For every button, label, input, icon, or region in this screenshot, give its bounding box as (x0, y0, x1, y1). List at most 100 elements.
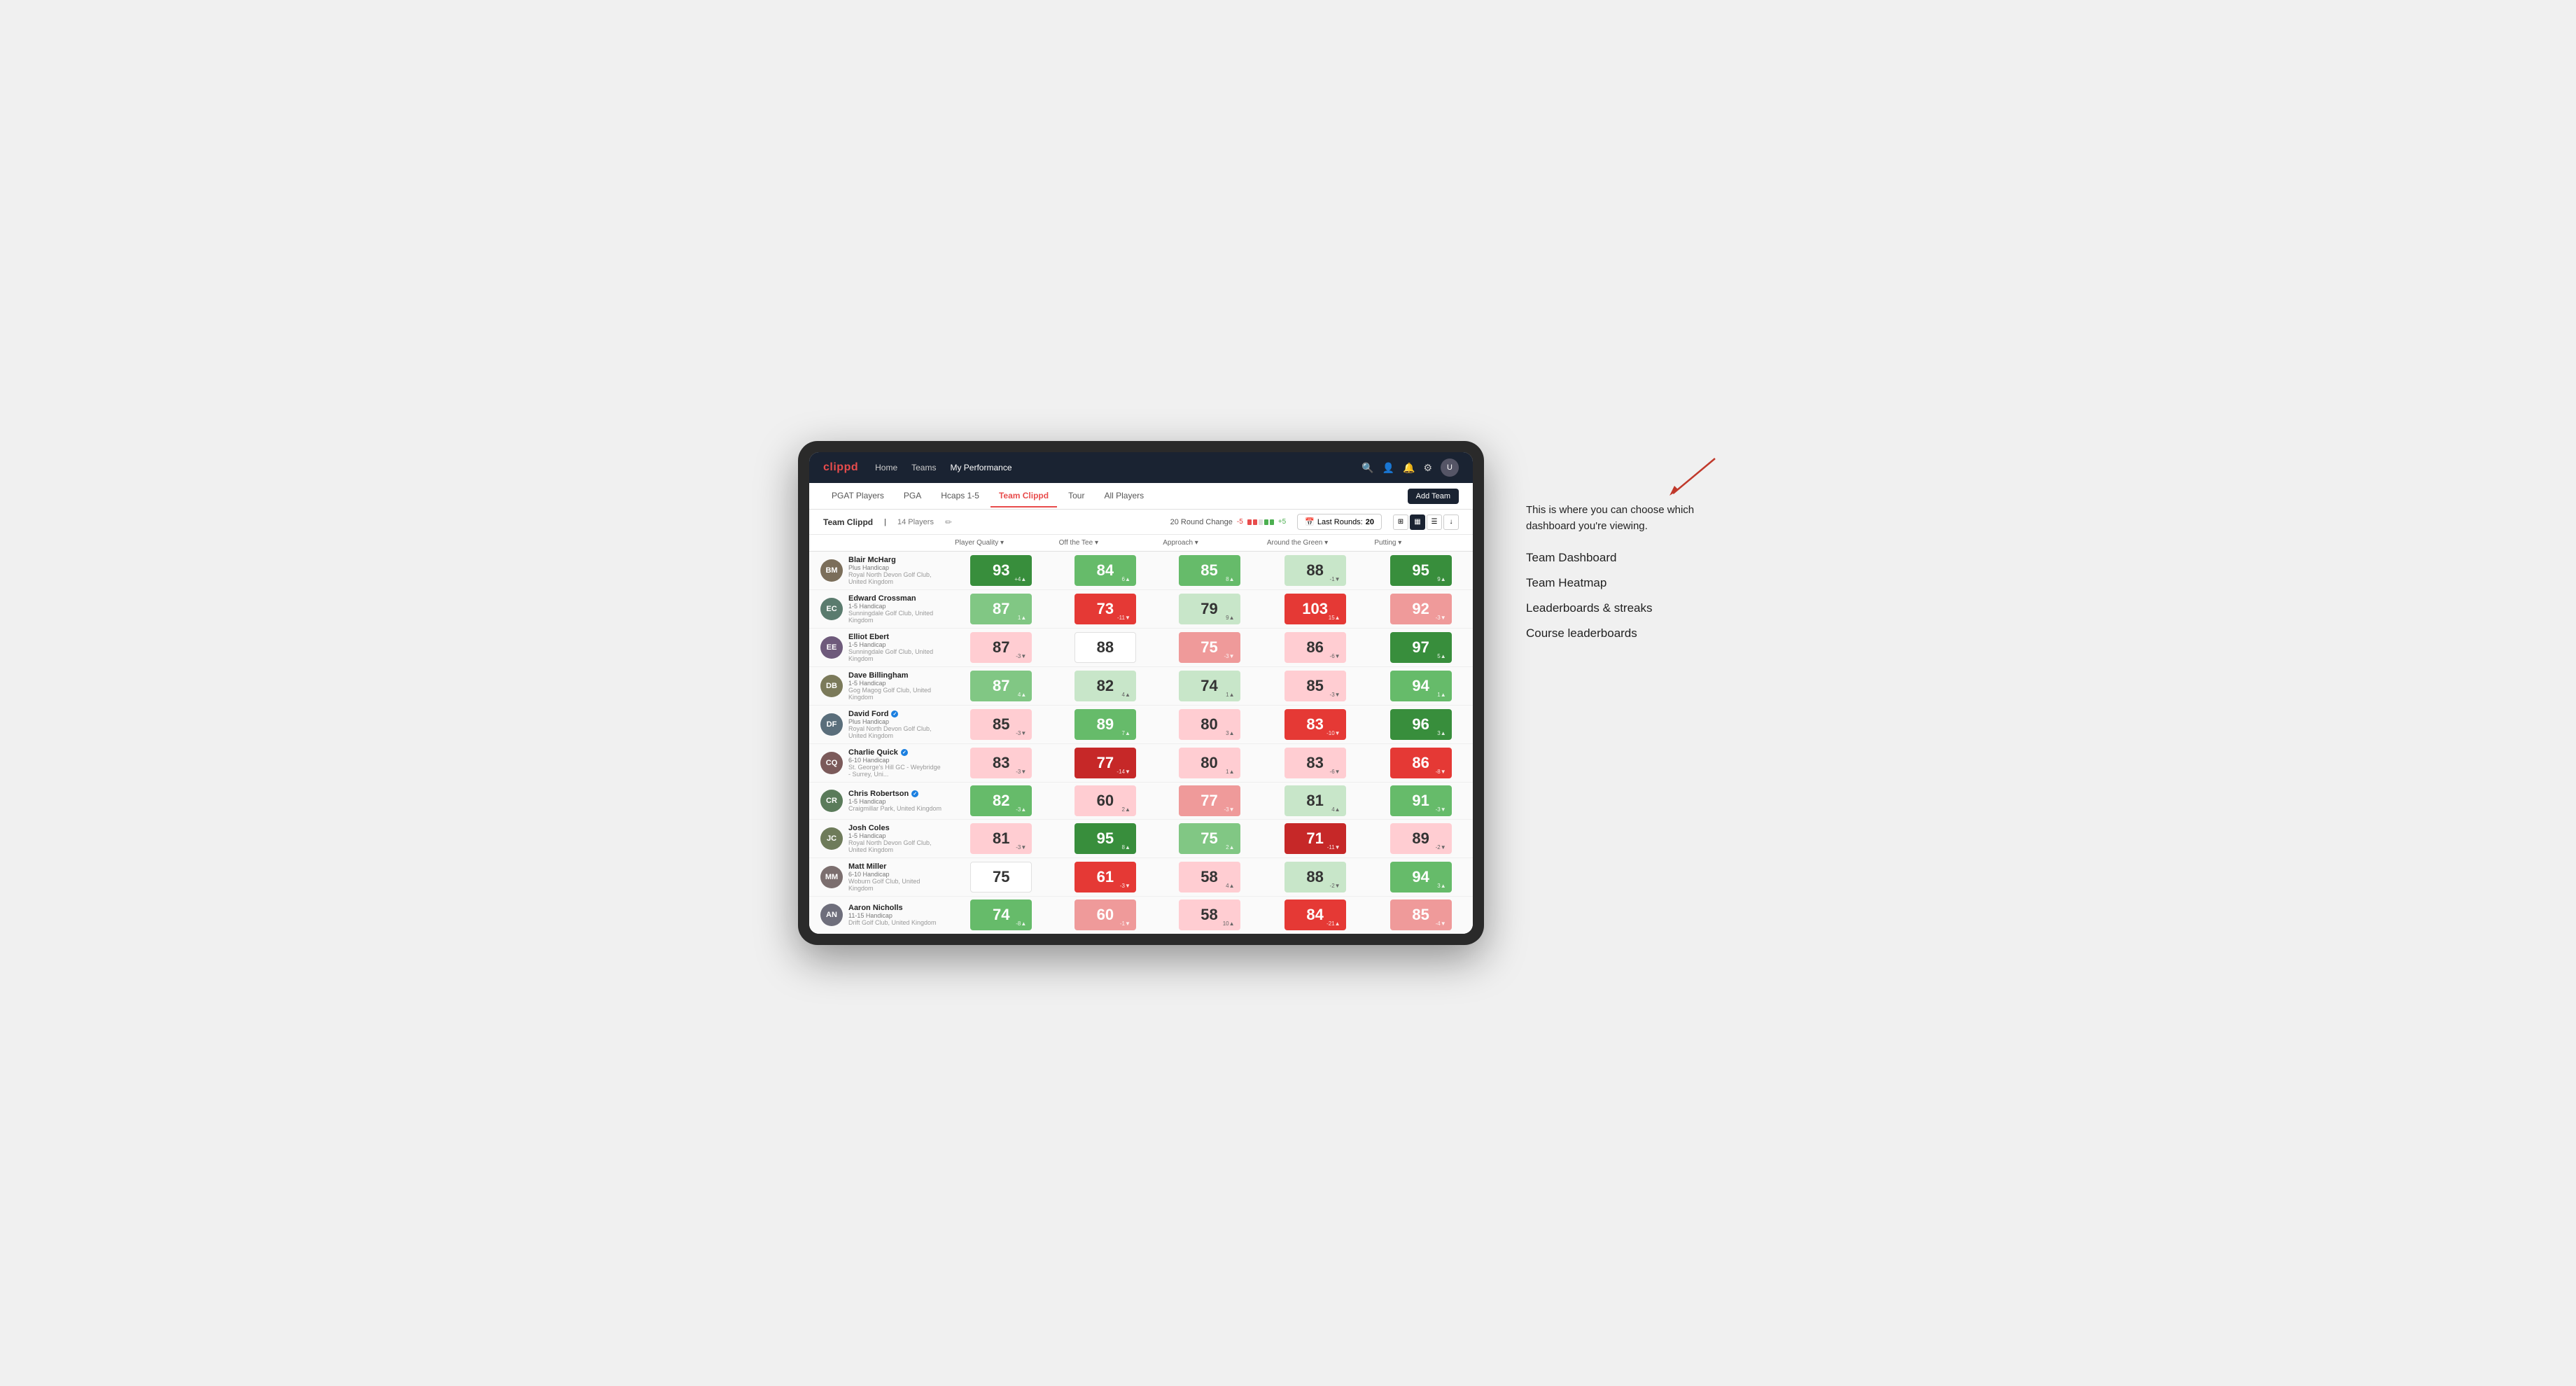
player-avatar: JC (820, 827, 843, 850)
score-cell: 75 (949, 858, 1054, 897)
table-body: BM Blair McHarg Plus Handicap Royal Nort… (809, 552, 1473, 934)
score-number: 94 (1412, 677, 1429, 695)
tab-all-players[interactable]: All Players (1096, 485, 1152, 507)
score-box: 82 4▲ (1074, 671, 1136, 701)
score-change: +4▲ (1014, 576, 1026, 582)
score-change: 1▲ (1226, 692, 1234, 698)
settings-icon[interactable]: ⚙ (1423, 462, 1432, 474)
nav-my-performance[interactable]: My Performance (950, 460, 1011, 475)
score-number: 84 (1097, 561, 1114, 580)
score-box: 83 -6▼ (1284, 748, 1346, 778)
sub-tabs: PGAT Players PGA Hcaps 1-5 Team Clippd T… (809, 483, 1473, 510)
nav-home[interactable]: Home (875, 460, 897, 475)
score-box: 58 4▲ (1179, 862, 1240, 892)
table-row[interactable]: MM Matt Miller 6-10 Handicap Woburn Golf… (809, 858, 1473, 897)
annotation-team-dashboard: Team Dashboard (1526, 551, 1722, 565)
tab-hcaps[interactable]: Hcaps 1-5 (932, 485, 988, 507)
nav-teams[interactable]: Teams (911, 460, 936, 475)
player-handicap: 6-10 Handicap (848, 757, 944, 764)
tab-pgat[interactable]: PGAT Players (823, 485, 892, 507)
score-cell: 81 4▲ (1261, 783, 1369, 820)
score-change: -10▼ (1326, 730, 1340, 736)
score-number: 73 (1097, 600, 1114, 618)
score-box: 89 -2▼ (1390, 823, 1452, 854)
player-handicap: 1-5 Handicap (848, 680, 944, 687)
score-cell: 74 1▲ (1157, 667, 1261, 706)
score-number: 77 (1097, 754, 1114, 772)
score-box: 93 +4▲ (970, 555, 1032, 586)
table-row[interactable]: DF David Ford ✓ Plus Handicap Royal Nort… (809, 706, 1473, 744)
table-row[interactable]: CR Chris Robertson ✓ 1-5 Handicap Craigm… (809, 783, 1473, 820)
view-download[interactable]: ↓ (1443, 514, 1459, 530)
score-cell: 80 1▲ (1157, 744, 1261, 783)
verify-icon: ✓ (891, 710, 898, 718)
tab-tour[interactable]: Tour (1060, 485, 1093, 507)
view-grid-small[interactable]: ⊞ (1393, 514, 1408, 530)
indicator-bar-red2 (1253, 519, 1257, 525)
table-row[interactable]: BM Blair McHarg Plus Handicap Royal Nort… (809, 552, 1473, 590)
player-info: Chris Robertson ✓ 1-5 Handicap Craigmill… (848, 790, 941, 812)
avatar[interactable]: U (1441, 458, 1459, 477)
edit-icon[interactable]: ✏ (945, 517, 952, 527)
score-change: -11▼ (1117, 615, 1130, 621)
score-number: 84 (1306, 906, 1323, 924)
score-cell: 88 -2▼ (1261, 858, 1369, 897)
add-team-button[interactable]: Add Team (1408, 489, 1459, 504)
score-box: 58 10▲ (1179, 899, 1240, 930)
score-number: 82 (993, 792, 1009, 810)
score-box: 83 -3▼ (970, 748, 1032, 778)
score-cell: 84 6▲ (1054, 552, 1158, 590)
player-handicap: Plus Handicap (848, 718, 944, 725)
player-cell: EC Edward Crossman 1-5 Handicap Sunningd… (809, 590, 949, 629)
score-number: 74 (1200, 677, 1217, 695)
search-icon[interactable]: 🔍 (1362, 462, 1373, 474)
score-box: 87 -3▼ (970, 632, 1032, 663)
score-number: 86 (1412, 754, 1429, 772)
user-icon[interactable]: 👤 (1382, 462, 1394, 474)
player-name: Charlie Quick ✓ (848, 748, 944, 757)
th-approach[interactable]: Approach ▾ (1157, 535, 1261, 552)
last-rounds-button[interactable]: 📅 Last Rounds: 20 (1297, 514, 1382, 530)
score-box: 74 1▲ (1179, 671, 1240, 701)
table-row[interactable]: DB Dave Billingham 1-5 Handicap Gog Mago… (809, 667, 1473, 706)
score-cell: 85 -3▼ (1261, 667, 1369, 706)
th-off-tee[interactable]: Off the Tee ▾ (1054, 535, 1158, 552)
last-rounds-label: Last Rounds: (1317, 518, 1363, 526)
th-player-quality[interactable]: Player Quality ▾ (949, 535, 1054, 552)
score-change: 3▲ (1226, 730, 1234, 736)
score-box: 85 -3▼ (1284, 671, 1346, 701)
th-putting[interactable]: Putting ▾ (1368, 535, 1473, 552)
tab-pga[interactable]: PGA (895, 485, 930, 507)
score-change: -3▼ (1016, 730, 1026, 736)
score-change: 2▲ (1122, 806, 1130, 813)
score-cell: 81 -3▼ (949, 820, 1054, 858)
score-cell: 95 9▲ (1368, 552, 1473, 590)
score-change: -8▲ (1016, 920, 1026, 927)
tab-team-clippd[interactable]: Team Clippd (990, 485, 1057, 507)
score-number: 85 (1412, 906, 1429, 924)
verify-icon: ✓ (911, 790, 918, 797)
view-list[interactable]: ☰ (1427, 514, 1442, 530)
player-handicap: 11-15 Handicap (848, 912, 937, 919)
round-change-neg: -5 (1237, 518, 1243, 526)
score-number: 103 (1302, 600, 1328, 618)
th-around-green[interactable]: Around the Green ▾ (1261, 535, 1369, 552)
view-heatmap[interactable]: ▦ (1410, 514, 1425, 530)
table-row[interactable]: AN Aaron Nicholls 11-15 Handicap Drift G… (809, 897, 1473, 934)
player-cell: DF David Ford ✓ Plus Handicap Royal Nort… (809, 706, 949, 744)
score-change: 10▲ (1223, 920, 1235, 927)
separator: | (884, 518, 886, 526)
table-row[interactable]: EC Edward Crossman 1-5 Handicap Sunningd… (809, 590, 1473, 629)
player-avatar: EC (820, 598, 843, 620)
score-cell: 73 -11▼ (1054, 590, 1158, 629)
bell-icon[interactable]: 🔔 (1403, 462, 1415, 474)
score-cell: 83 -6▼ (1261, 744, 1369, 783)
score-number: 83 (1306, 754, 1323, 772)
table-row[interactable]: CQ Charlie Quick ✓ 6-10 Handicap St. Geo… (809, 744, 1473, 783)
score-box: 94 3▲ (1390, 862, 1452, 892)
table-row[interactable]: EE Elliot Ebert 1-5 Handicap Sunningdale… (809, 629, 1473, 667)
indicator-bar-red (1247, 519, 1252, 525)
score-change: 9▲ (1226, 615, 1234, 621)
table-row[interactable]: JC Josh Coles 1-5 Handicap Royal North D… (809, 820, 1473, 858)
score-box: 73 -11▼ (1074, 594, 1136, 624)
